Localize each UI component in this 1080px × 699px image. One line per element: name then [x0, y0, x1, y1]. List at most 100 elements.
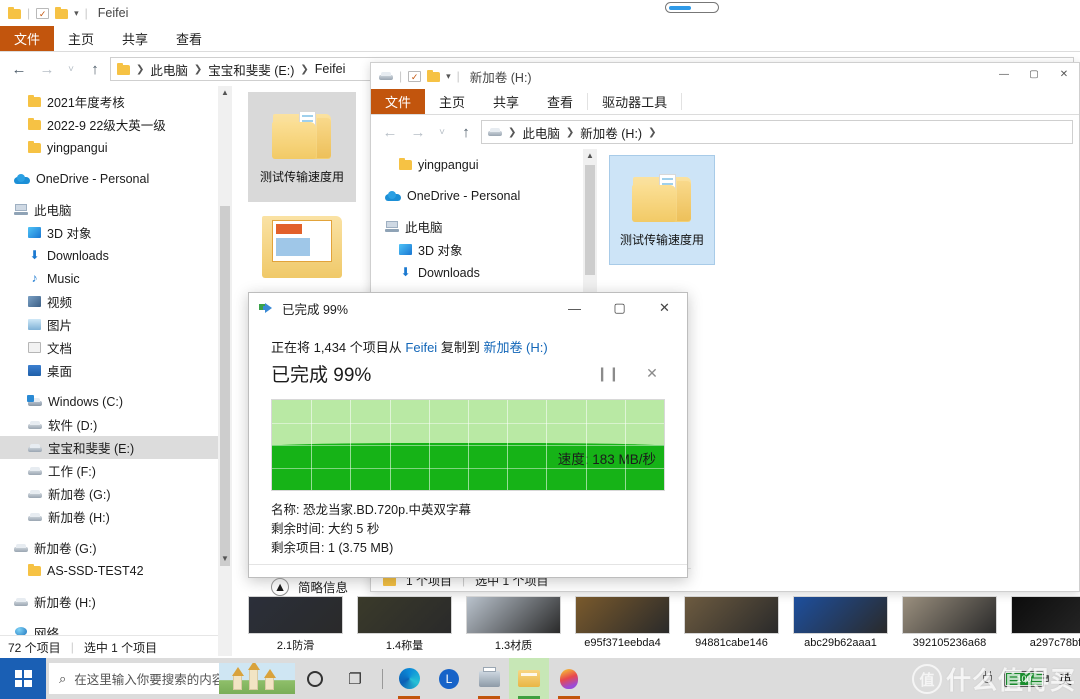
- edge-icon[interactable]: [389, 658, 429, 699]
- file-explorer-icon[interactable]: [509, 658, 549, 699]
- tree-item-10[interactable]: 文档: [0, 336, 218, 359]
- navigation-bar-h[interactable]: ← → ˅ ↑ ❯ 此电脑 ❯ 新加卷 (H:) ❯: [371, 115, 1079, 149]
- progress-controls[interactable]: ❙❙ ✕: [595, 363, 665, 385]
- tree-item-1[interactable]: 2022-9 22级大英一级: [0, 113, 218, 136]
- thumbnail-item[interactable]: 392105236a68: [902, 596, 997, 658]
- nav-pane-scrollbar-e[interactable]: ▲ ▼: [218, 86, 232, 656]
- maximize-button-h[interactable]: ▢: [1019, 63, 1049, 85]
- tree-item-18[interactable]: 新加卷 (G:): [0, 536, 218, 559]
- scroll-down-arrow-icon[interactable]: ▼: [218, 552, 232, 566]
- lenovo-icon[interactable]: L: [429, 658, 469, 699]
- dialog-maximize-button[interactable]: ▢: [597, 293, 642, 323]
- tree-item-6[interactable]: ⬇ Downloads: [0, 244, 218, 267]
- forward-button-e[interactable]: →: [34, 56, 60, 82]
- search-input[interactable]: ⌕ 在这里输入你要搜索的内容: [49, 663, 295, 694]
- tree-item-15[interactable]: 工作 (F:): [0, 459, 218, 482]
- tree-item-4[interactable]: ⬇ Downloads: [371, 261, 583, 284]
- quick-access-toolbar-h[interactable]: | ✓ ▾ | 新加卷 (H:): [371, 63, 1079, 89]
- tree-item-4[interactable]: 此电脑: [0, 198, 218, 221]
- tree-item-7[interactable]: ♪ Music: [0, 267, 218, 290]
- properties-icon-h[interactable]: ✓: [408, 70, 422, 82]
- tree-item-9[interactable]: 图片: [0, 313, 218, 336]
- chevron-up-icon[interactable]: ▲: [271, 577, 289, 596]
- ribbon-tabs-e[interactable]: 文件 主页 共享 查看: [0, 26, 1080, 52]
- ribbon-tab-file-e[interactable]: 文件: [0, 26, 55, 51]
- back-button-e[interactable]: ←: [6, 56, 32, 82]
- tree-item-11[interactable]: 桌面: [0, 359, 218, 382]
- dialog-title-bar[interactable]: 已完成 99% — ▢ ✕: [249, 293, 687, 323]
- address-bar-h[interactable]: ❯ 此电脑 ❯ 新加卷 (H:) ❯: [481, 120, 1073, 144]
- scrollbar-thumb-h[interactable]: [585, 165, 595, 275]
- up-button-h[interactable]: ↑: [453, 119, 479, 145]
- tree-item-1[interactable]: OneDrive - Personal: [371, 184, 583, 207]
- scroll-up-arrow-icon-h[interactable]: ▲: [583, 149, 597, 163]
- breadcrumb-item-h-0[interactable]: 此电脑: [522, 123, 560, 142]
- tree-item-2[interactable]: 此电脑: [371, 215, 583, 238]
- system-tray[interactable]: 100 英: [981, 669, 1080, 688]
- tree-item-3[interactable]: OneDrive - Personal: [0, 167, 218, 190]
- ime-indicator[interactable]: 英: [1059, 669, 1072, 688]
- tree-item-17[interactable]: 新加卷 (H:): [0, 505, 218, 528]
- close-button-h[interactable]: ✕: [1049, 63, 1079, 85]
- ribbon-tab-view-e[interactable]: 查看: [162, 26, 216, 51]
- navigation-pane-e[interactable]: 2021年度考核 2022-9 22级大英一级 yingpangui OneDrive…: [0, 86, 218, 656]
- power-plug-icon[interactable]: [981, 671, 994, 686]
- forward-button-h[interactable]: →: [405, 119, 431, 145]
- breadcrumb-item-h-1[interactable]: 新加卷 (H:): [580, 123, 642, 142]
- tree-item-3[interactable]: 3D 对象: [371, 238, 583, 261]
- up-button-e[interactable]: ↑: [82, 56, 108, 82]
- tree-item-12[interactable]: Windows (C:): [0, 390, 218, 413]
- copy-dest-link[interactable]: 新加卷 (H:): [483, 340, 547, 355]
- tree-item-0[interactable]: 2021年度考核: [0, 90, 218, 113]
- tree-item-20[interactable]: 新加卷 (H:): [0, 590, 218, 613]
- recent-locations-icon-h[interactable]: ˅: [433, 119, 451, 145]
- copy-progress-dialog[interactable]: 已完成 99% — ▢ ✕ 正在将 1,434 个项目从 Feifei 复制到 …: [248, 292, 688, 596]
- breadcrumb-item-2[interactable]: Feifei: [315, 62, 346, 76]
- copy-source-link[interactable]: Feifei: [405, 340, 437, 355]
- tree-item-13[interactable]: 软件 (D:): [0, 413, 218, 436]
- window-caption-buttons-h[interactable]: — ▢ ✕: [989, 63, 1079, 85]
- dialog-minimize-button[interactable]: —: [552, 293, 597, 323]
- tree-item-8[interactable]: 视频: [0, 290, 218, 313]
- ribbon-tab-view-h[interactable]: 查看: [533, 89, 587, 114]
- tree-item-19[interactable]: AS-SSD-TEST42: [0, 559, 218, 582]
- new-folder-icon[interactable]: [55, 6, 69, 19]
- ribbon-tab-home-e[interactable]: 主页: [54, 26, 108, 51]
- ribbon-tab-share-e[interactable]: 共享: [108, 26, 162, 51]
- taskbar[interactable]: ⌕ 在这里输入你要搜索的内容 ❐ L 100 英 值 什么值得买: [0, 658, 1080, 699]
- new-folder-icon-h[interactable]: [427, 69, 441, 82]
- task-view-icon[interactable]: ❐: [335, 658, 375, 699]
- breadcrumb-item-0[interactable]: 此电脑: [150, 60, 188, 79]
- properties-icon[interactable]: ✓: [36, 7, 50, 19]
- dialog-close-button[interactable]: ✕: [642, 293, 687, 323]
- printer-icon[interactable]: [469, 658, 509, 699]
- cancel-icon[interactable]: ✕: [639, 363, 665, 385]
- pause-icon[interactable]: ❙❙: [595, 363, 621, 385]
- tree-item-5[interactable]: 3D 对象: [0, 221, 218, 244]
- tree-item-16[interactable]: 新加卷 (G:): [0, 482, 218, 505]
- quick-access-toolbar-e[interactable]: | ✓ ▾ | Feifei: [0, 0, 1080, 26]
- file-tile-selected-e[interactable]: 测试传输速度用: [248, 92, 356, 202]
- cortana-icon[interactable]: [295, 658, 335, 699]
- ribbon-tab-drive-tools-h[interactable]: 驱动器工具: [588, 89, 681, 114]
- scroll-up-arrow-icon[interactable]: ▲: [218, 86, 232, 100]
- breadcrumb-item-1[interactable]: 宝宝和斐斐 (E:): [208, 60, 294, 79]
- back-button-h[interactable]: ←: [377, 119, 403, 145]
- recent-locations-icon-e[interactable]: ˅: [62, 56, 80, 82]
- dialog-footer[interactable]: ▲ 简略信息: [249, 564, 687, 608]
- ribbon-tabs-h[interactable]: 文件 主页 共享 查看 驱动器工具: [371, 89, 1079, 115]
- ribbon-tab-share-h[interactable]: 共享: [479, 89, 533, 114]
- thumbnail-item[interactable]: 94881cabe146: [684, 596, 779, 658]
- tree-item-0[interactable]: yingpangui: [371, 153, 583, 176]
- battery-indicator[interactable]: 100: [1003, 670, 1049, 687]
- ribbon-tab-file-h[interactable]: 文件: [371, 89, 426, 114]
- thumbnail-item[interactable]: abc29b62aaa1: [793, 596, 888, 658]
- file-tile-selected-h[interactable]: 测试传输速度用: [609, 155, 715, 265]
- thumbnail-item[interactable]: a297c78bfe: [1011, 596, 1080, 658]
- qat-dropdown-icon[interactable]: ▾: [74, 8, 79, 19]
- scrollbar-thumb[interactable]: [220, 206, 230, 566]
- paint-icon[interactable]: [549, 658, 589, 699]
- qat-dropdown-icon-h[interactable]: ▾: [446, 71, 451, 82]
- less-details-label[interactable]: 简略信息: [298, 577, 348, 596]
- minimize-button-h[interactable]: —: [989, 63, 1019, 85]
